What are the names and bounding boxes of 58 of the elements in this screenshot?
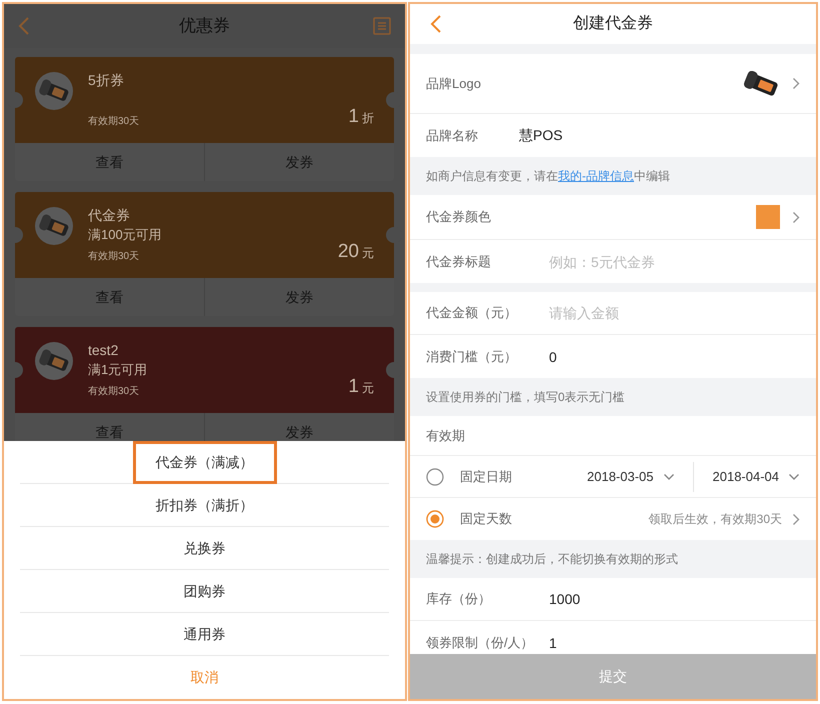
coupon-amount: 1 — [348, 374, 359, 398]
field-label: 品牌名称 — [426, 126, 479, 145]
date-picker[interactable]: 2018-04-04 — [692, 462, 800, 492]
sheet-option[interactable]: 代金券（满减） — [132, 441, 276, 484]
page-title: 优惠券 — [178, 15, 231, 38]
chevron-right-icon — [792, 512, 800, 526]
sheet-option[interactable]: 通用券 — [160, 613, 248, 656]
date-picker[interactable]: 2018-03-05 — [587, 462, 692, 492]
sheet-option[interactable]: 团购券 — [160, 570, 248, 613]
info-note: 如商户信息有变更，请在我的-品牌信息中编辑 — [426, 168, 670, 185]
input-field[interactable]: 例如：5元代金券 — [549, 240, 816, 283]
field-label: 库存（份） — [410, 578, 549, 621]
back-icon[interactable] — [430, 14, 442, 34]
back-icon[interactable] — [18, 16, 30, 36]
info-note: 温馨提示：创建成功后，不能切换有效期的形式 — [426, 551, 678, 568]
list-icon[interactable] — [373, 17, 391, 35]
input-field[interactable]: 1 — [549, 621, 816, 654]
field-label: 代金金额（元） — [410, 292, 549, 335]
input-field[interactable]: 请输入金额 — [549, 292, 816, 335]
coupon-validity: 有效期30天 — [88, 384, 140, 399]
coupon-condition: 满1元可用 — [88, 361, 148, 379]
coupon-unit: 元 — [362, 244, 374, 262]
coupon-amount: 20 — [338, 240, 359, 264]
field-label: 代金券颜色 — [426, 208, 492, 226]
coupon-validity: 有效期30天 — [88, 114, 140, 129]
radio-label: 固定日期 — [460, 468, 512, 486]
field-label: 领券限制（份/人） — [410, 621, 549, 654]
pos-terminal-icon — [35, 342, 73, 380]
field-label: 品牌Logo — [426, 74, 482, 93]
coupon-unit: 折 — [362, 110, 374, 126]
sheet-option[interactable]: 折扣券（满折） — [132, 484, 276, 527]
radio-button[interactable] — [426, 468, 444, 486]
field-value: 慧POS — [519, 126, 563, 145]
coupon-validity: 有效期30天 — [88, 250, 140, 264]
radio-label: 固定天数 — [460, 510, 512, 528]
chevron-down-icon — [662, 472, 674, 480]
coupon-name: test2 — [88, 341, 118, 359]
coupon-name: 5折券 — [88, 71, 124, 89]
validity-detail[interactable]: 领取后生效，有效期30天 — [648, 510, 800, 528]
coupon-unit: 元 — [362, 380, 374, 396]
section-label: 有效期 — [426, 426, 465, 445]
color-swatch[interactable] — [756, 205, 780, 229]
input-field[interactable]: 0 — [549, 335, 816, 378]
info-note: 设置使用券的门槛，填写0表示无门槛 — [426, 389, 625, 406]
sheet-option[interactable]: 兑换券 — [160, 527, 248, 570]
chevron-down-icon — [788, 472, 800, 480]
field-label: 代金券标题 — [410, 240, 549, 283]
field-label: 消费门槛（元） — [410, 335, 549, 378]
radio-button[interactable] — [426, 510, 444, 528]
pos-terminal-icon — [35, 72, 73, 110]
chevron-right-icon[interactable] — [792, 210, 800, 224]
coupon-name: 代金券 — [88, 206, 130, 224]
page-title: 创建代金券 — [572, 14, 654, 34]
coupon-condition: 满100元可用 — [88, 226, 162, 244]
coupon-amount: 1 — [348, 104, 359, 128]
input-field[interactable]: 1000 — [549, 578, 816, 621]
pos-terminal-icon — [35, 207, 73, 245]
chevron-right-icon[interactable] — [792, 77, 800, 90]
